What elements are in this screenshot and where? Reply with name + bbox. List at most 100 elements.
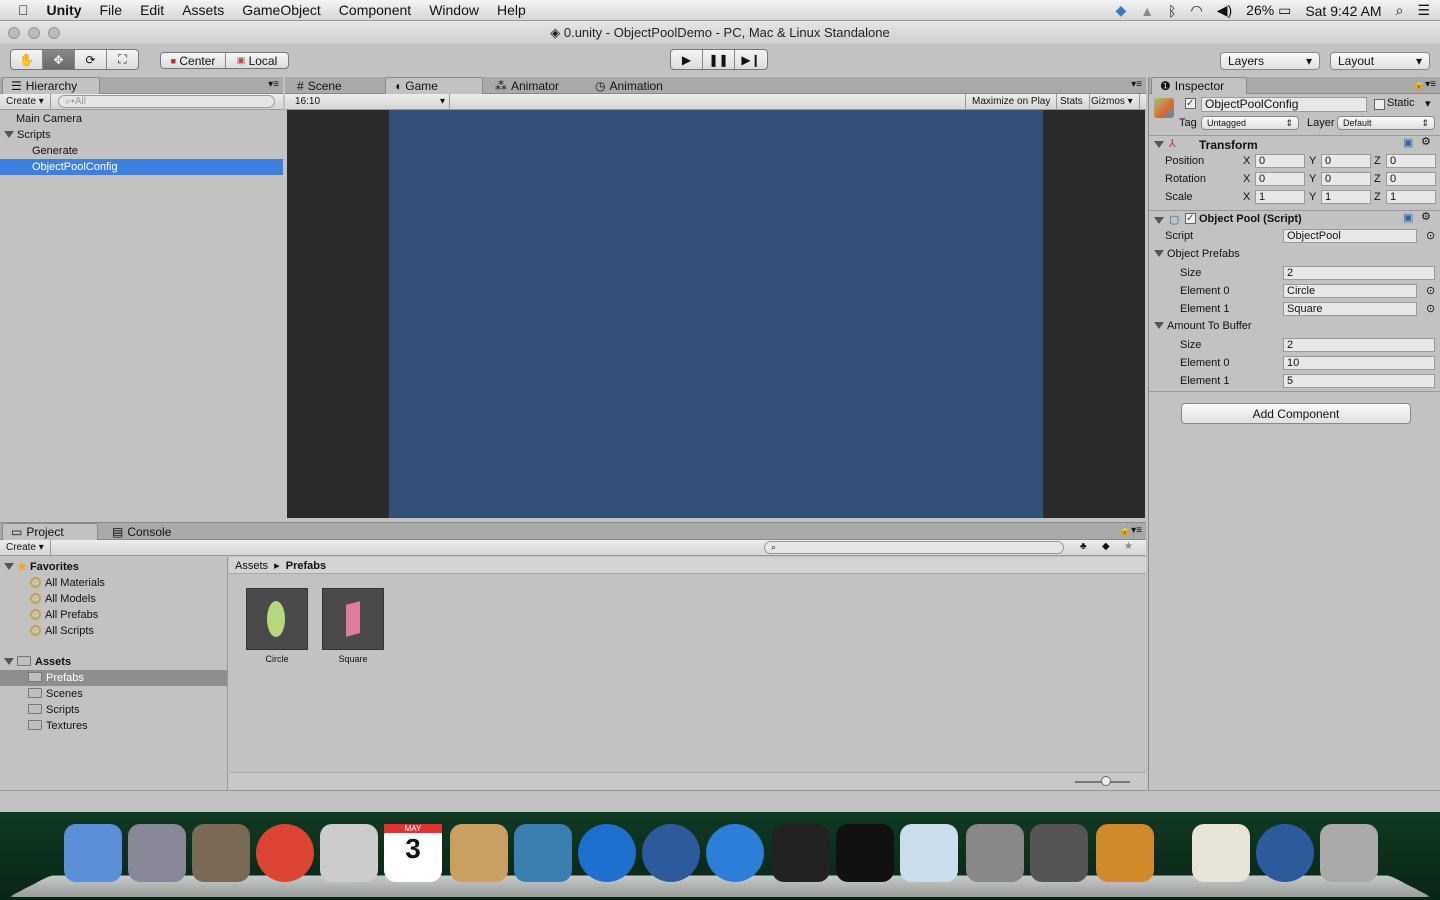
battery-status[interactable]: 26% ▭ <box>1246 2 1291 19</box>
rotate-tool-icon[interactable]: ⟳ <box>75 50 107 69</box>
asset-name[interactable]: Circle <box>236 654 318 664</box>
step-button[interactable]: ▶❙ <box>735 50 767 69</box>
asset-name[interactable]: Square <box>312 654 394 664</box>
dock-iphoto-icon[interactable] <box>514 824 572 882</box>
dock-preview-icon[interactable] <box>900 824 958 882</box>
dock-finder-icon[interactable] <box>64 824 122 882</box>
tab-inspector[interactable]: ❶ Inspector <box>1151 77 1247 94</box>
transform-y-input[interactable]: 1 <box>1321 190 1371 204</box>
menu-component[interactable]: Component <box>330 2 420 18</box>
script-field[interactable]: ObjectPool <box>1283 229 1417 243</box>
hierarchy-item[interactable]: Generate <box>0 143 283 159</box>
dock-pixelmator-icon[interactable] <box>1096 824 1154 882</box>
dock-sublime-text-icon[interactable] <box>1030 824 1088 882</box>
asset-thumbnail[interactable] <box>246 588 308 650</box>
dock-trash-icon[interactable] <box>1320 824 1378 882</box>
gear-icon[interactable]: ⚙ <box>1421 135 1431 148</box>
layer-dropdown[interactable]: Default ⇕ <box>1337 116 1435 130</box>
folder-item[interactable]: Scripts <box>0 702 227 718</box>
transform-y-input[interactable]: 0 <box>1321 172 1371 186</box>
spotlight-icon[interactable]: ⌕ <box>1396 2 1404 19</box>
menu-help[interactable]: Help <box>488 2 535 18</box>
transform-y-input[interactable]: 0 <box>1321 154 1371 168</box>
tab-console[interactable]: ▤ Console <box>104 523 179 540</box>
pause-button[interactable]: ❚❚ <box>703 50 735 69</box>
object-picker-icon[interactable]: ⊙ <box>1426 302 1435 315</box>
favorite-item[interactable]: All Models <box>0 591 227 607</box>
zoom-button[interactable] <box>48 27 60 39</box>
filter-label-icon[interactable]: ◆ <box>1102 541 1110 552</box>
create-button[interactable]: Create ▾ <box>0 94 51 110</box>
array-value-input[interactable]: 10 <box>1283 356 1435 370</box>
transform-foldout[interactable] <box>1154 139 1167 151</box>
array-value-input[interactable]: Square <box>1283 302 1417 316</box>
static-dropdown-icon[interactable]: ▾ <box>1425 97 1431 110</box>
favorite-item[interactable]: All Materials <box>0 575 227 591</box>
prefabs-foldout[interactable]: Object Prefabs <box>1154 248 1240 260</box>
zoom-slider-thumb[interactable] <box>1101 776 1111 786</box>
script-enabled-checkbox[interactable]: ✓ <box>1185 213 1196 224</box>
array-value-input[interactable]: Circle <box>1283 284 1417 298</box>
filter-type-icon[interactable]: ♣ <box>1080 541 1087 552</box>
panel-menu-icon[interactable]: ▾≡ <box>1131 79 1142 90</box>
lock-icon[interactable]: 🔒▾≡ <box>1413 79 1436 90</box>
dock-mail-icon[interactable] <box>320 824 378 882</box>
lock-icon[interactable]: 🔒▾≡ <box>1119 525 1142 536</box>
hierarchy-item-selected[interactable]: ObjectPoolConfig <box>0 159 283 175</box>
create-button[interactable]: Create ▾ <box>0 540 51 556</box>
dock-1password-icon[interactable] <box>1256 824 1314 882</box>
script-foldout[interactable] <box>1154 215 1167 227</box>
pivot-center-button[interactable]: ■ Center <box>161 53 226 68</box>
folder-item[interactable]: Textures <box>0 718 227 734</box>
wifi-icon[interactable]: ◠ <box>1191 2 1203 19</box>
tab-project[interactable]: ▭ Project <box>2 523 98 540</box>
array-value-input[interactable]: 2 <box>1283 338 1435 352</box>
breadcrumb-prefabs[interactable]: Prefabs <box>286 560 326 572</box>
dock-itunes-icon[interactable] <box>578 824 636 882</box>
favorite-item[interactable]: All Prefabs <box>0 607 227 623</box>
folder-item[interactable]: Prefabs <box>0 670 227 686</box>
add-component-button[interactable]: Add Component <box>1181 403 1411 424</box>
dock-system-preferences-icon[interactable] <box>966 824 1024 882</box>
expand-triangle-icon[interactable] <box>4 131 14 138</box>
hierarchy-item[interactable]: Main Camera <box>0 111 283 127</box>
project-search-input[interactable]: ⌕ <box>764 541 1064 554</box>
dropbox-icon[interactable]: ◆ <box>1115 2 1126 19</box>
array-value-input[interactable]: 2 <box>1283 266 1435 280</box>
hand-tool-icon[interactable]: ✋ <box>11 50 43 69</box>
layout-dropdown[interactable]: Layout ▾ <box>1330 52 1430 70</box>
object-picker-icon[interactable]: ⊙ <box>1426 229 1435 242</box>
tag-dropdown[interactable]: Untagged ⇕ <box>1201 116 1299 130</box>
move-tool-icon[interactable]: ✥ <box>43 50 75 69</box>
tab-animator[interactable]: ⁂ Animator <box>487 77 567 94</box>
transform-z-input[interactable]: 0 <box>1386 172 1436 186</box>
object-picker-icon[interactable]: ⊙ <box>1426 284 1435 297</box>
dock-image-capture-icon[interactable] <box>192 824 250 882</box>
transform-z-input[interactable]: 1 <box>1386 190 1436 204</box>
notification-center-icon[interactable]: ☰ <box>1417 2 1430 19</box>
hierarchy-search-input[interactable]: ⌕▾All <box>58 95 275 108</box>
gizmos-dropdown[interactable]: Gizmos ▾ <box>1085 94 1140 110</box>
layers-dropdown[interactable]: Layers ▾ <box>1220 52 1320 70</box>
transform-x-input[interactable]: 1 <box>1255 190 1305 204</box>
favorite-item[interactable]: All Scripts <box>0 623 227 639</box>
transform-x-input[interactable]: 0 <box>1255 172 1305 186</box>
dock-contacts-icon[interactable] <box>450 824 508 882</box>
tab-animation[interactable]: ◷ Animation <box>587 77 671 94</box>
menu-app[interactable]: Unity <box>38 2 91 18</box>
close-button[interactable] <box>8 27 20 39</box>
help-book-icon[interactable]: ▣ <box>1403 211 1413 224</box>
dock-1password-icon[interactable] <box>642 824 700 882</box>
array-value-input[interactable]: 5 <box>1283 374 1435 388</box>
notification-icon[interactable]: ▲ <box>1140 3 1154 19</box>
buffer-foldout[interactable]: Amount To Buffer <box>1154 320 1252 332</box>
tab-game[interactable]: ◖ Game <box>385 77 483 94</box>
dock-calendar-icon[interactable]: MAY 3 <box>384 824 442 882</box>
dock-unity-icon[interactable] <box>772 824 830 882</box>
static-checkbox[interactable] <box>1374 99 1385 110</box>
favorite-star-icon[interactable]: ★ <box>1124 541 1133 552</box>
menu-file[interactable]: File <box>91 2 132 18</box>
gear-icon[interactable]: ⚙ <box>1421 210 1431 223</box>
asset-thumbnail[interactable] <box>322 588 384 650</box>
help-book-icon[interactable]: ▣ <box>1403 136 1413 149</box>
